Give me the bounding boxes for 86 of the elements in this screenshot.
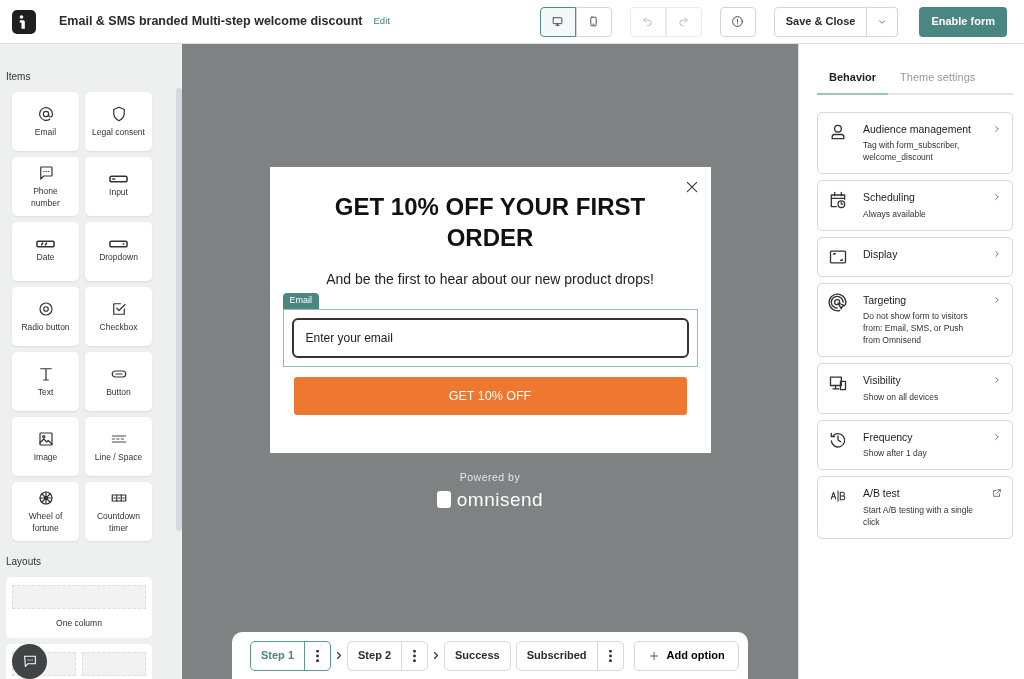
item-tile[interactable]: Checkbox: [85, 287, 152, 346]
item-tile[interactable]: Radio button: [12, 287, 79, 346]
calendar-clock-icon: [828, 190, 848, 211]
setting-description: Tag with form_subscriber, welcome_discount: [863, 140, 961, 165]
powered-by-label: Powered by: [458, 469, 522, 485]
chevron-icon: [992, 375, 1002, 386]
setting-title: Display: [863, 246, 899, 262]
logo-icon: [12, 9, 36, 34]
setting-description: Show on all devices: [863, 391, 940, 404]
settings-card[interactable]: Targeting Do not show form to visitors from: Email, SMS, or Push from Omnisend: [817, 282, 1013, 358]
item-tile[interactable]: Wheel of fortune: [12, 482, 79, 541]
setting-description: Do not show form to visitors from: Email, SMS, or Push from Omnisend: [863, 311, 969, 348]
item-tile[interactable]: Legal consent: [85, 92, 152, 151]
redo-icon: [678, 16, 690, 27]
section-heading: Layouts: [6, 555, 43, 569]
popup-subtitle: And be the first to hear about our new product drops!: [325, 270, 655, 290]
info-button[interactable]: [719, 6, 756, 37]
chevron-icon: [992, 123, 1002, 134]
column-placeholder: [82, 651, 146, 676]
brand-name: omnisend: [456, 487, 544, 512]
chat-icon: [21, 653, 38, 670]
section-heading: Items: [6, 70, 32, 84]
setting-title: A/B test: [863, 486, 901, 502]
chat-button[interactable]: [12, 643, 47, 679]
item-tile[interactable]: Dropdown: [85, 222, 152, 281]
setting-description: Start A/B testing with a single click: [863, 505, 975, 529]
item-tile[interactable]: Image: [12, 417, 79, 476]
image-icon: [36, 429, 55, 448]
more-icon: [413, 650, 417, 663]
wheel-icon: [36, 489, 55, 508]
setting-title: Frequency: [863, 429, 914, 445]
setting-title: Targeting: [863, 292, 908, 308]
settings-card[interactable]: Visibility Show on all devices: [817, 363, 1013, 414]
item-tile[interactable]: Line / Space: [85, 417, 152, 476]
field-tag: Email: [282, 293, 319, 309]
chevron-icon: [992, 192, 1002, 203]
desktop-icon: [551, 15, 565, 28]
info-icon: [731, 15, 745, 28]
desktop-view-button[interactable]: [539, 6, 576, 37]
step-tab[interactable]: Subscribed: [516, 641, 597, 670]
popup-title: GET 10% OFF YOUR FIRST ORDER: [333, 192, 647, 254]
item-tile[interactable]: Phone number: [12, 157, 79, 216]
setting-title: Audience management: [863, 121, 972, 137]
save-close-button[interactable]: Save & Close: [773, 6, 868, 37]
settings-card[interactable]: Scheduling Always available: [817, 180, 1013, 231]
step-tab[interactable]: Step 2: [348, 641, 402, 670]
date-field-icon: [36, 239, 55, 248]
settings-card[interactable]: Display: [817, 236, 1013, 277]
step-tab[interactable]: Step 1: [251, 641, 304, 670]
chevron-icon: [992, 431, 1002, 442]
undo-icon: [642, 16, 654, 27]
email-input[interactable]: Enter your email: [291, 317, 689, 358]
layout-tile[interactable]: One column: [6, 577, 152, 638]
enable-form-button[interactable]: Enable form: [919, 6, 1007, 37]
item-tile[interactable]: Email: [12, 92, 79, 151]
setting-description: Show after 1 day: [863, 448, 928, 461]
chevron-icon: [992, 294, 1002, 305]
scrollbar[interactable]: [176, 88, 182, 531]
at-sign-icon: [36, 104, 55, 123]
item-tile[interactable]: Input: [85, 157, 152, 216]
form-title: Email & SMS branded Multi-step welcome discount: [59, 13, 363, 31]
settings-card[interactable]: Audience management Tag with form_subscriber, welcome_discount: [817, 111, 1013, 175]
setting-description: Always available: [863, 208, 927, 221]
panel-tab[interactable]: Behavior: [817, 67, 889, 95]
dropdown-icon: [109, 239, 128, 248]
setting-title: Visibility: [863, 373, 902, 389]
chevron-icon: [992, 248, 1002, 259]
settings-card[interactable]: Frequency Show after 1 day: [817, 419, 1013, 471]
plus-icon: [647, 649, 660, 662]
step-tab[interactable]: Success: [445, 641, 510, 670]
item-tile[interactable]: Button: [85, 352, 152, 411]
more-icon: [608, 650, 612, 663]
mobile-view-button[interactable]: [575, 6, 612, 37]
more-icon: [316, 650, 319, 663]
radio-icon: [36, 299, 55, 318]
settings-card[interactable]: A/B test Start A/B testing with a single click: [817, 476, 1013, 539]
input-field-icon: [109, 174, 128, 183]
item-tile[interactable]: Text: [12, 352, 79, 411]
cursor-target-icon: [828, 292, 848, 313]
setting-title: Scheduling: [863, 190, 916, 206]
layout-tile[interactable]: [6, 643, 152, 679]
item-tile[interactable]: Countdown timer: [85, 482, 152, 541]
add-option-button[interactable]: Add option: [633, 640, 739, 671]
external-link-icon: [992, 488, 1002, 499]
item-tile[interactable]: Date: [12, 222, 79, 281]
edit-link[interactable]: Edit: [373, 14, 390, 29]
